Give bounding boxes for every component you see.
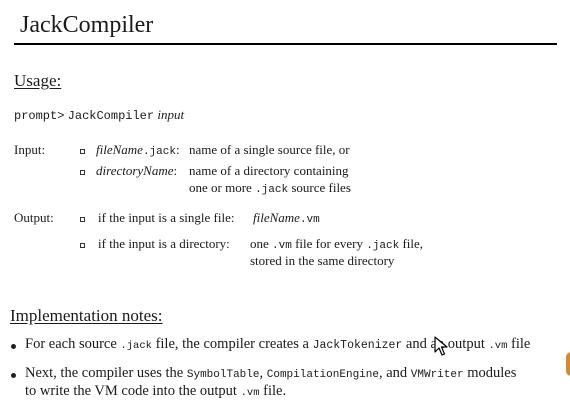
usage-line: prompt> JackCompiler input [14, 107, 184, 123]
note-1-bullet-icon [11, 344, 16, 349]
note-2-text-line2: to write the VM code into the output .vm… [25, 383, 286, 400]
note-2-bullet-icon [11, 373, 16, 378]
text: For each source [25, 336, 117, 352]
note-1-text: For each source .jack file, the compiler… [25, 336, 530, 353]
command-arg: input [157, 107, 185, 122]
desc-text: one or more [189, 180, 252, 195]
output-label: Output: [14, 210, 54, 225]
code: .jack [120, 340, 152, 352]
cursor-icon [434, 336, 448, 356]
desc-code: .jack [255, 184, 289, 196]
result-ext: .vm [299, 214, 320, 226]
input-item-1-bullet-icon [80, 149, 85, 154]
prompt-text: prompt> [14, 109, 65, 123]
output-item-2-line1: one .vm file for every .jack file, [250, 236, 423, 252]
input-item-2-desc-line2: one or more .jack source files [189, 180, 351, 196]
note-2-text-line1: Next, the compiler uses the SymbolTable,… [25, 365, 516, 382]
text: file [511, 336, 531, 352]
edge-marker [566, 352, 570, 376]
filename-italic: fileName [96, 142, 143, 157]
output-item-1-bullet-icon [80, 217, 85, 222]
result-italic: fileName [253, 210, 300, 225]
input-item-1-name: fileName.jack: [96, 142, 180, 158]
input-item-2-name: directoryName: [96, 163, 177, 179]
text: file, the compiler creates a [155, 336, 309, 352]
code: .vm [488, 340, 508, 352]
colon: : [173, 163, 178, 178]
input-item-2-desc-line1: name of a directory containing [189, 163, 349, 178]
command-text: JackCompiler [67, 109, 155, 123]
text: , and [378, 365, 408, 381]
output-item-2-line2: stored in the same directory [250, 253, 395, 268]
code: .vm [240, 387, 260, 399]
input-label: Input: [14, 142, 46, 157]
output-item-2-cond: if the input is a directory: [98, 236, 230, 251]
input-item-2-bullet-icon [80, 170, 85, 175]
notes-heading: Implementation notes: [10, 306, 163, 325]
filename-ext: .jack [142, 146, 176, 158]
desc-text: source files [291, 180, 351, 195]
text: , [259, 365, 264, 381]
text: file for every [295, 236, 363, 251]
directoryname-italic: directoryName [96, 163, 174, 178]
text: file. [263, 383, 287, 399]
text: to write the VM code into the output [25, 383, 237, 399]
usage-heading: Usage: [14, 71, 62, 90]
input-item-1-desc: name of a single source file, or [189, 142, 350, 157]
output-item-1-result: fileName.vm [253, 210, 320, 226]
code: JackTokenizer [312, 339, 403, 352]
text: Next, the compiler uses the [25, 365, 184, 381]
code: VMWriter [410, 369, 464, 381]
code: SymbolTable [186, 369, 260, 381]
text: one [250, 236, 269, 251]
output-item-1-cond: if the input is a single file: [98, 210, 235, 225]
text: file, [402, 236, 424, 251]
text: modules [467, 365, 517, 381]
code: CompilationEngine [266, 369, 379, 381]
output-item-2-bullet-icon [80, 243, 85, 248]
code: .jack [366, 240, 400, 252]
code: .vm [272, 240, 292, 252]
colon: : [175, 142, 180, 157]
page-title: JackCompiler [20, 12, 154, 38]
title-rule [14, 43, 557, 45]
